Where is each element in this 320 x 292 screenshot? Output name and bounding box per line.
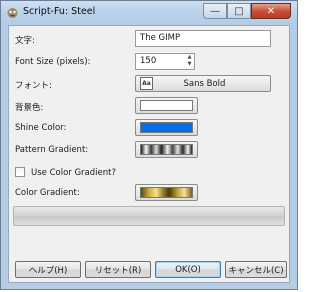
- font-icon: Aa: [140, 77, 153, 90]
- color-gradient-button[interactable]: [135, 184, 198, 201]
- close-button[interactable]: ✕: [251, 3, 291, 19]
- shine-color-row: Shine Color:: [15, 119, 287, 137]
- window-title: Script-Fu: Steel: [23, 6, 96, 17]
- title-bar[interactable]: Script-Fu: Steel — □ ✕: [1, 1, 297, 25]
- help-button[interactable]: ヘルプ(H): [15, 261, 81, 278]
- bg-color-button[interactable]: [135, 97, 198, 114]
- font-size-spinner[interactable]: 150 ▲ ▼: [135, 53, 195, 70]
- pattern-gradient-label: Pattern Gradient:: [15, 145, 89, 155]
- color-gradient-swatch: [140, 187, 193, 198]
- ok-button[interactable]: OK(O): [155, 261, 221, 278]
- gimp-app-icon: [7, 8, 18, 18]
- maximize-button[interactable]: □: [227, 3, 251, 19]
- cancel-button[interactable]: キャンセル(C): [225, 261, 287, 278]
- use-color-gradient-checkbox[interactable]: [15, 167, 25, 177]
- font-size-row: Font Size (pixels): 150 ▲ ▼: [15, 53, 287, 71]
- font-select-button[interactable]: Aa Sans Bold: [135, 75, 271, 92]
- font-row: フォント: Aa Sans Bold: [15, 75, 287, 93]
- progress-bar: [13, 206, 285, 226]
- bg-color-label: 背景色:: [15, 103, 44, 113]
- shine-color-label: Shine Color:: [15, 123, 67, 133]
- pattern-gradient-button[interactable]: [135, 141, 198, 158]
- dialog-button-row: ヘルプ(H) リセット(R) OK(O) キャンセル(C): [9, 261, 291, 279]
- bg-color-row: 背景色:: [15, 97, 287, 115]
- shine-color-swatch: [140, 122, 193, 133]
- text-input[interactable]: The GIMP: [135, 30, 271, 47]
- pattern-gradient-swatch: [140, 144, 193, 155]
- font-size-value: 150: [140, 56, 157, 66]
- bg-color-swatch: [140, 100, 193, 111]
- font-value: Sans Bold: [183, 78, 226, 89]
- font-label: フォント:: [15, 81, 52, 91]
- text-row: 文字: The GIMP: [15, 30, 287, 48]
- shine-color-button[interactable]: [135, 119, 198, 136]
- dialog-content: 文字: The GIMP Font Size (pixels): 150 ▲ ▼…: [8, 25, 290, 283]
- color-gradient-row: Color Gradient:: [15, 184, 287, 202]
- font-size-label: Font Size (pixels):: [15, 57, 91, 67]
- reset-button[interactable]: リセット(R): [85, 261, 151, 278]
- dialog-window: Script-Fu: Steel — □ ✕ 文字: The GIMP Font…: [0, 0, 298, 290]
- color-gradient-label: Color Gradient:: [15, 188, 80, 198]
- pattern-gradient-row: Pattern Gradient:: [15, 141, 287, 159]
- spin-down-icon[interactable]: ▼: [185, 61, 194, 68]
- spin-up-icon[interactable]: ▲: [185, 54, 194, 61]
- use-color-gradient-label[interactable]: Use Color Gradient?: [31, 168, 116, 178]
- minimize-button[interactable]: —: [203, 3, 227, 19]
- use-gradient-row: Use Color Gradient?: [15, 164, 287, 182]
- text-label: 文字:: [15, 36, 35, 46]
